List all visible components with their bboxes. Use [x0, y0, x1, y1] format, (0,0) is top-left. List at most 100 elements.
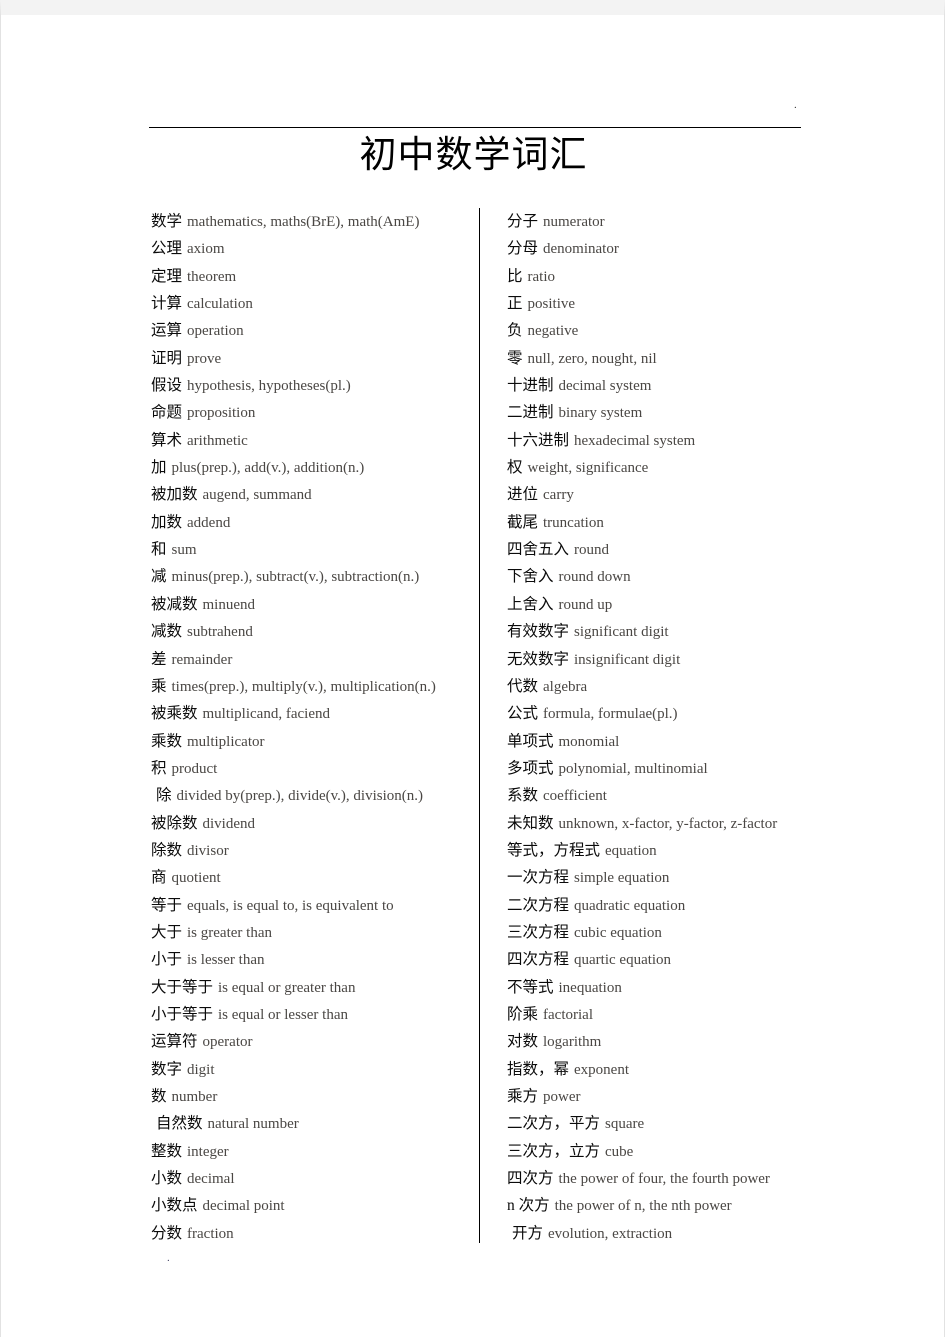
term-english: quotient — [171, 870, 221, 887]
vocabulary-entry: n 次方 the power of n, the nth power — [507, 1192, 837, 1219]
term-english: plus(prep.), add(v.), addition(n.) — [171, 460, 365, 477]
vocabulary-entry: 开方 evolution, extraction — [507, 1220, 837, 1247]
term-english: denominator — [543, 241, 619, 258]
vocabulary-entry: 小于 is lesser than — [151, 946, 471, 973]
vocabulary-entry: 减 minus(prep.), subtract(v.), subtraction… — [151, 563, 471, 590]
term-chinese: n 次方 — [507, 1197, 550, 1215]
term-chinese: 公式 — [507, 705, 539, 723]
term-chinese: 假设 — [151, 377, 183, 395]
term-english: significant digit — [574, 624, 669, 641]
vocabulary-entry: 证明 prove — [151, 345, 471, 372]
vocabulary-entry: 积 product — [151, 755, 471, 782]
term-chinese: 数 — [151, 1088, 167, 1105]
term-english: polynomial, multinomial — [558, 760, 708, 777]
term-english: fraction — [187, 1225, 234, 1242]
term-chinese: 定理 — [151, 267, 183, 285]
term-chinese: 数字 — [151, 1060, 183, 1078]
vocabulary-entry: 单项式 monomial — [507, 728, 837, 755]
vocabulary-column-left: 数学 mathematics, maths(BrE), math(AmE) 公理 ax… — [151, 208, 471, 1247]
term-chinese: 自然数 — [156, 1115, 203, 1133]
term-chinese: 代数 — [507, 677, 539, 695]
term-chinese: 数学 — [151, 213, 183, 230]
document-page: . 初中数学词汇 数学 mathematics, maths(BrE), math… — [0, 0, 945, 1337]
term-english: minus(prep.), subtract(v.), subtraction(… — [171, 569, 420, 586]
vocabulary-entry: 被乘数 multiplicand, faciend — [151, 700, 471, 727]
footer-mark: . — [167, 1252, 170, 1264]
term-chinese: 未知数 — [507, 814, 554, 832]
term-english: dividend — [202, 815, 256, 832]
term-english: product — [171, 760, 218, 777]
term-chinese: 多项式 — [507, 759, 554, 777]
term-chinese: 大于 — [151, 923, 183, 941]
term-chinese: 大于等于 — [151, 978, 214, 996]
term-chinese: 单项式 — [507, 732, 554, 750]
term-chinese: 对数 — [507, 1033, 539, 1051]
term-chinese: 计算 — [151, 295, 183, 313]
vocabulary-entry: 三次方程 cubic equation — [507, 919, 837, 946]
term-english: is greater than — [187, 924, 272, 941]
term-chinese: 一次方程 — [507, 869, 570, 887]
vocabulary-entry: 加数 addend — [151, 509, 471, 536]
term-english: decimal — [187, 1171, 235, 1188]
term-chinese: 乘数 — [151, 732, 183, 750]
term-english: inequation — [558, 979, 622, 996]
term-english: weight, significance — [527, 460, 649, 477]
term-chinese: 无效数字 — [507, 650, 570, 668]
term-english: hypothesis, hypotheses(pl.) — [187, 378, 351, 395]
vocabulary-entry: 被减数 minuend — [151, 591, 471, 618]
term-chinese: 小于 — [151, 951, 183, 969]
term-english: binary system — [558, 405, 643, 422]
term-english: quadratic equation — [574, 897, 686, 914]
vocabulary-entry: 分子 numerator — [507, 208, 837, 235]
vocabulary-entry: 整数 integer — [151, 1138, 471, 1165]
term-chinese: 被减数 — [151, 595, 198, 613]
term-chinese: 分子 — [507, 213, 539, 230]
term-chinese: 指数，幂 — [507, 1060, 570, 1078]
term-chinese: 运算符 — [151, 1033, 198, 1051]
vocabulary-entry: 小于等于 is equal or lesser than — [151, 1001, 471, 1028]
term-english: evolution, extraction — [548, 1225, 673, 1242]
term-english: addend — [187, 514, 231, 531]
term-english: factorial — [543, 1006, 593, 1023]
term-english: equals, is equal to, is equivalent to — [187, 897, 394, 914]
term-chinese: 算术 — [151, 431, 183, 449]
term-chinese: 开方 — [512, 1224, 544, 1242]
vocabulary-entry: 指数，幂 exponent — [507, 1056, 837, 1083]
column-divider — [479, 208, 480, 1243]
vocabulary-entry: 进位 carry — [507, 481, 837, 508]
term-english: integer — [187, 1143, 229, 1160]
term-chinese: 分母 — [507, 240, 539, 258]
term-english: round down — [558, 569, 631, 586]
vocabulary-entry: 运算符 operator — [151, 1028, 471, 1055]
term-chinese: 上舍入 — [507, 595, 554, 613]
term-chinese: 十六进制 — [507, 431, 570, 449]
term-chinese: 积 — [151, 759, 167, 777]
vocabulary-entry: 零 null, zero, nought, nil — [507, 345, 837, 372]
term-english: carry — [543, 487, 574, 504]
term-english: ratio — [527, 268, 556, 285]
term-chinese: 零 — [507, 349, 523, 367]
vocabulary-entry: 截尾 truncation — [507, 509, 837, 536]
term-chinese: 整数 — [151, 1142, 183, 1160]
vocabulary-entry: 分数 fraction — [151, 1220, 471, 1247]
term-chinese: 权 — [507, 459, 523, 477]
term-chinese: 三次方，立方 — [507, 1142, 601, 1160]
term-english: remainder — [171, 651, 233, 668]
term-english: the power of four, the fourth power — [558, 1171, 770, 1188]
vocabulary-entry: 不等式 inequation — [507, 974, 837, 1001]
vocabulary-entry: 上舍入 round up — [507, 591, 837, 618]
term-chinese: 公理 — [151, 240, 183, 258]
term-chinese: 除数 — [151, 841, 183, 859]
vocabulary-entry: 乘方 power — [507, 1083, 837, 1110]
term-english: positive — [527, 296, 576, 313]
vocabulary-entry: 四舍五入 round — [507, 536, 837, 563]
term-english: natural number — [207, 1116, 299, 1133]
header-rule — [149, 127, 801, 128]
term-english: decimal point — [202, 1198, 285, 1215]
term-chinese: 十进制 — [507, 377, 554, 395]
vocabulary-entry: 四次方程 quartic equation — [507, 946, 837, 973]
term-english: simple equation — [574, 870, 670, 887]
vocabulary-entry: 定理 theorem — [151, 263, 471, 290]
vocabulary-entry: 算术 arithmetic — [151, 427, 471, 454]
term-chinese: 命题 — [151, 404, 183, 422]
